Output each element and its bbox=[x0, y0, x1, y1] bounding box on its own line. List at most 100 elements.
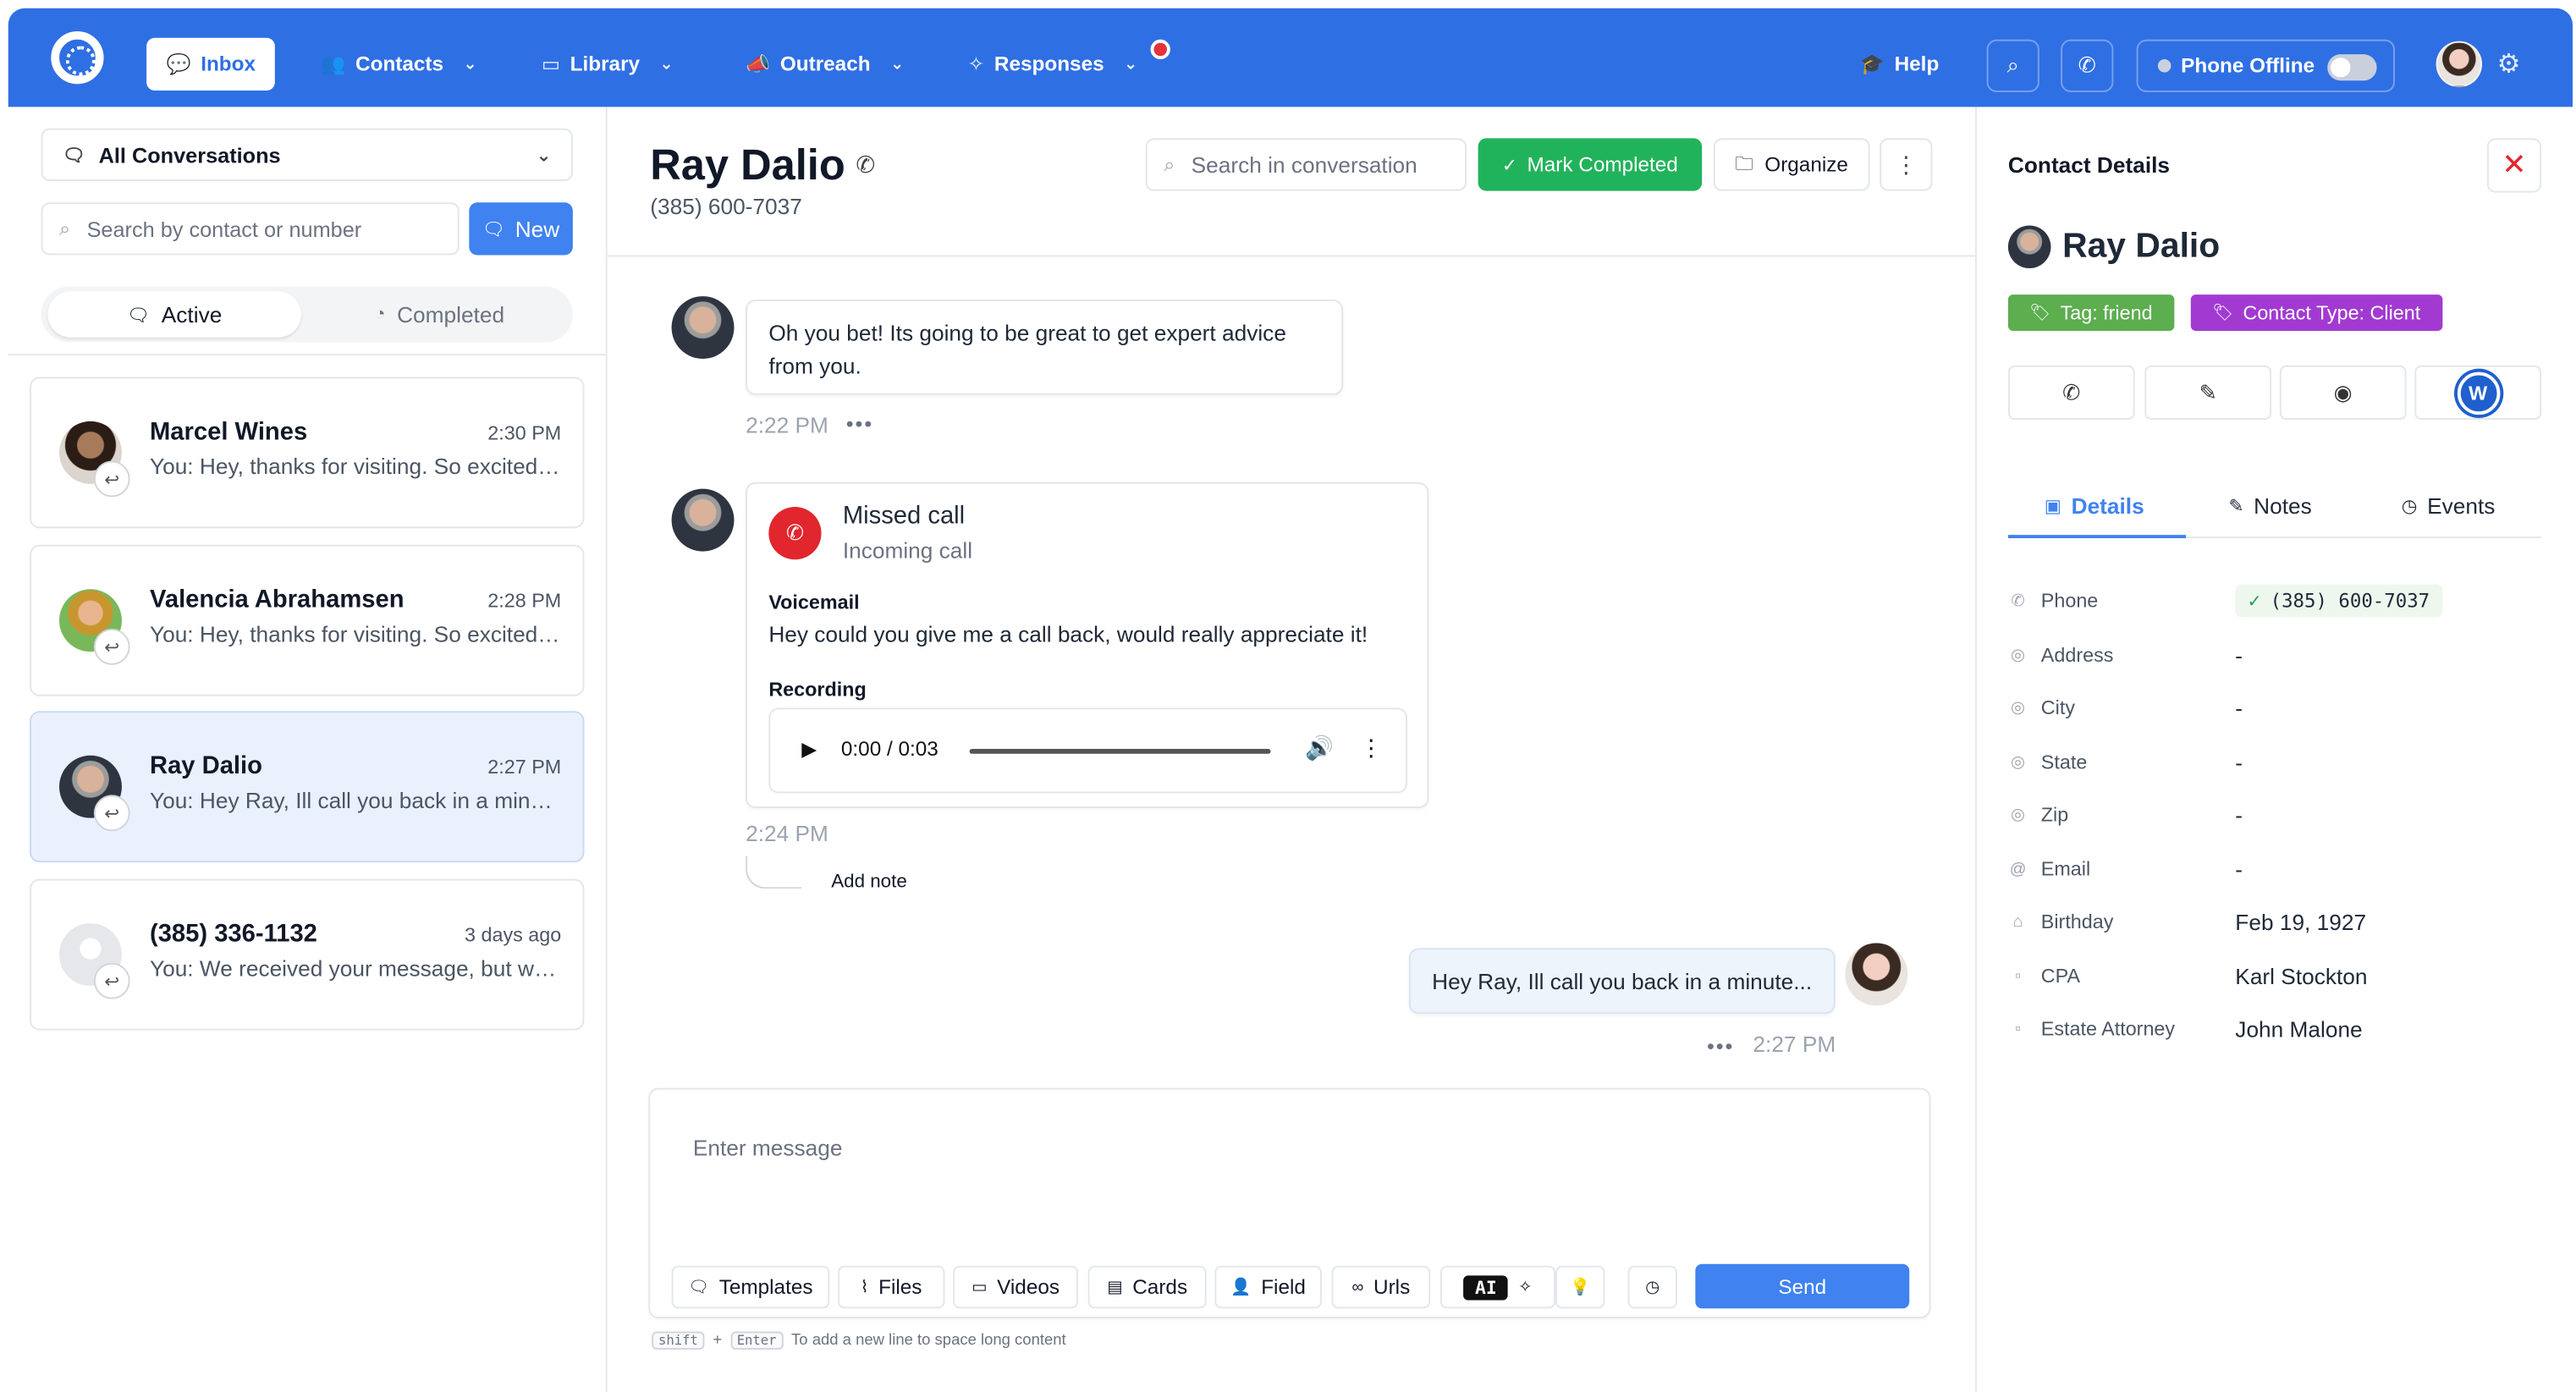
contact-search-input[interactable]: ⌕ Search by contact or number bbox=[41, 202, 460, 256]
search-icon: ⌕ bbox=[59, 216, 71, 239]
contact-avatar bbox=[671, 488, 735, 552]
crm-action-button[interactable]: W bbox=[2414, 365, 2542, 420]
ai-button[interactable]: AI ✧ bbox=[1439, 1265, 1556, 1309]
play-icon[interactable]: ▶ bbox=[801, 737, 817, 760]
phone-button[interactable]: ✆ bbox=[2061, 39, 2114, 92]
conversation-preview: You: We received your message, but we ar… bbox=[149, 956, 565, 982]
nav-help-label: Help bbox=[1894, 52, 1940, 76]
tab-active[interactable]: 🗨 Active bbox=[47, 291, 301, 338]
field-zip: ◎ Zip - bbox=[2008, 798, 2543, 831]
voicemail-label: Voicemail bbox=[768, 591, 860, 614]
message-text: Oh you bet! Its going to be great to get… bbox=[768, 321, 1286, 379]
card-icon: ▤ bbox=[1107, 1278, 1123, 1296]
field-value: - bbox=[2235, 642, 2243, 668]
conversation-item[interactable]: ↩ Marcel Wines 2:30 PM You: Hey, thanks … bbox=[30, 377, 585, 529]
cards-button[interactable]: ▤ Cards bbox=[1087, 1265, 1207, 1309]
search-button[interactable]: ⌕ bbox=[1986, 39, 2039, 92]
app-logo[interactable] bbox=[51, 30, 104, 85]
add-note-link[interactable]: Add note bbox=[831, 872, 907, 892]
new-conversation-button[interactable]: 🗨 New bbox=[469, 202, 573, 256]
contact-avatar bbox=[671, 296, 735, 360]
tag-label: Contact Type: Client bbox=[2243, 300, 2421, 325]
phone-value-pill[interactable]: ✓ (385) 600-7037 bbox=[2235, 584, 2443, 618]
more-options-button[interactable]: ⋮ bbox=[1880, 138, 1933, 191]
nav-library-label: Library bbox=[570, 52, 641, 76]
tag-contact-type[interactable]: 🏷 Contact Type: Client bbox=[2190, 294, 2442, 331]
nav-responses[interactable]: ✧ Responses ⌄ bbox=[968, 38, 1138, 91]
pin-icon: ◎ bbox=[2011, 646, 2026, 664]
profile-action-button[interactable]: ◉ bbox=[2279, 365, 2407, 420]
missed-call-icon: ✆ bbox=[768, 507, 822, 560]
gear-icon[interactable]: ⚙ bbox=[2497, 47, 2521, 80]
conversation-item[interactable]: ↩ (385) 336-1132 3 days ago You: We rece… bbox=[30, 878, 585, 1031]
organize-button[interactable]: 🗀 Organize bbox=[1713, 138, 1870, 191]
idea-button[interactable]: 💡 bbox=[1555, 1265, 1605, 1309]
close-button[interactable]: ✕ bbox=[2486, 138, 2542, 193]
conversation-item-selected[interactable]: ↩ Ray Dalio 2:27 PM You: Hey Ray, Ill ca… bbox=[30, 711, 585, 863]
message-more-icon[interactable]: ••• bbox=[846, 411, 873, 436]
audio-progress-bar[interactable] bbox=[969, 748, 1271, 754]
graduation-cap-icon: 🎓 bbox=[1859, 52, 1885, 76]
user-avatar bbox=[1845, 943, 1908, 1006]
conversation-filter-select[interactable]: 🗨 All Conversations ⌄ bbox=[41, 128, 573, 181]
field-button[interactable]: 👤 Field bbox=[1214, 1265, 1322, 1309]
plus-sign: + bbox=[713, 1331, 723, 1350]
templates-button[interactable]: 🗨 Templates bbox=[671, 1265, 830, 1309]
pin-icon: ◎ bbox=[2011, 752, 2026, 772]
folder-icon: 🗀 bbox=[1735, 153, 1753, 174]
hint-text: To add a new line to space long content bbox=[791, 1331, 1066, 1350]
library-icon: ▭ bbox=[541, 52, 560, 76]
field-value: - bbox=[2235, 856, 2243, 882]
nav-inbox-label: Inbox bbox=[201, 52, 256, 76]
conversation-name: Valencia Abrahamsen bbox=[149, 586, 405, 614]
phone-status-toggle[interactable]: Phone Offline bbox=[2136, 39, 2395, 92]
user-avatar[interactable] bbox=[2436, 41, 2483, 88]
phone-toggle[interactable] bbox=[2327, 54, 2377, 81]
tab-details[interactable]: ▣ Details bbox=[2045, 494, 2144, 519]
schedule-button[interactable]: ◷ bbox=[1627, 1265, 1677, 1309]
field-label: Address bbox=[2040, 643, 2114, 667]
conversation-search-input[interactable]: ⌕ Search in conversation bbox=[1145, 138, 1467, 191]
chevron-down-icon: ⌄ bbox=[659, 55, 674, 74]
nav-inbox[interactable]: 💬 Inbox bbox=[146, 37, 276, 91]
nav-outreach[interactable]: 📣 Outreach ⌄ bbox=[746, 38, 904, 91]
videos-label: Videos bbox=[997, 1275, 1060, 1299]
call-action-button[interactable]: ✆ bbox=[2007, 365, 2135, 420]
field-label: Email bbox=[2040, 857, 2091, 881]
missed-call-card: ✆ Missed call Incoming call Voicemail He… bbox=[746, 481, 1429, 808]
phone-icon[interactable]: ✆ bbox=[856, 151, 875, 179]
field-value: John Malone bbox=[2235, 1016, 2363, 1042]
link-icon: ∞ bbox=[1351, 1278, 1364, 1296]
enter-key: Enter bbox=[729, 1331, 784, 1350]
field-label: Phone bbox=[2040, 589, 2099, 613]
message-more-icon[interactable]: ••• bbox=[1707, 1033, 1734, 1058]
conversation-item[interactable]: ↩ Valencia Abrahamsen 2:28 PM You: Hey, … bbox=[30, 544, 585, 696]
nav-contacts[interactable]: 👥 Contacts ⌄ bbox=[321, 38, 476, 91]
mark-completed-button[interactable]: ✓ Mark Completed bbox=[1478, 138, 1703, 191]
files-button[interactable]: ⌇ Files bbox=[838, 1265, 945, 1309]
more-vertical-icon[interactable]: ⋮ bbox=[1360, 734, 1383, 762]
contact-name: Ray Dalio bbox=[650, 140, 845, 190]
nav-library[interactable]: ▭ Library ⌄ bbox=[542, 38, 674, 91]
edit-action-button[interactable]: ✎ bbox=[2144, 365, 2272, 420]
phone-icon: ✆ bbox=[2062, 379, 2081, 404]
contact-search-placeholder: Search by contact or number bbox=[86, 216, 362, 241]
templates-label: Templates bbox=[718, 1275, 813, 1299]
tab-events[interactable]: ◷ Events bbox=[2402, 494, 2496, 519]
phone-status-label: Phone Offline bbox=[2181, 54, 2315, 78]
user-circle-icon: ◉ bbox=[2333, 379, 2353, 404]
nav-help[interactable]: 🎓 Help bbox=[1860, 38, 1939, 91]
chevron-down-icon: ⌄ bbox=[1123, 55, 1138, 74]
urls-button[interactable]: ∞ Urls bbox=[1331, 1265, 1431, 1309]
tag-friend[interactable]: 🏷 Tag: friend bbox=[2007, 294, 2174, 331]
conversation-name: Marcel Wines bbox=[149, 418, 308, 447]
message-input[interactable]: Enter message bbox=[693, 1136, 843, 1160]
conversation-preview: You: Hey, thanks for visiting. So excite… bbox=[149, 622, 564, 647]
volume-icon[interactable]: 🔊 bbox=[1305, 734, 1334, 762]
tab-completed[interactable]: ◔ Completed bbox=[313, 291, 567, 337]
tab-notes[interactable]: ✎ Notes bbox=[2229, 494, 2312, 519]
send-button[interactable]: Send bbox=[1695, 1263, 1910, 1309]
panel-title: Contact Details bbox=[2007, 152, 2171, 179]
cake-icon: ⌂ bbox=[2012, 912, 2023, 931]
videos-button[interactable]: ▭ Videos bbox=[953, 1265, 1078, 1309]
